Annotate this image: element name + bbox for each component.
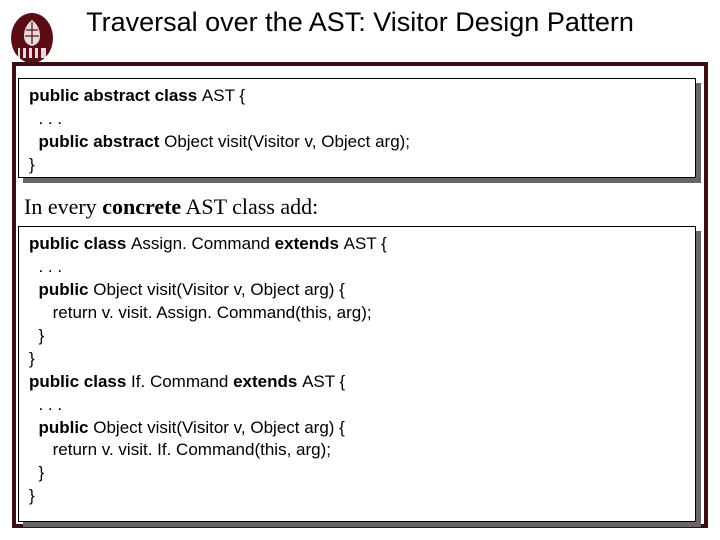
code-text: public class (29, 372, 131, 391)
code-text: Object visit(Visitor v, Object arg); (164, 132, 410, 151)
code-text: } (29, 349, 35, 368)
code-text: } (29, 463, 44, 482)
code-block-concrete-classes: public class Assign. Command extends AST… (18, 226, 696, 522)
code-text: public (29, 280, 93, 299)
code-text: public abstract (29, 132, 164, 151)
code-text: extends (275, 234, 344, 253)
slide-title: Traversal over the AST: Visitor Design P… (0, 6, 720, 40)
code-text: Object visit(Visitor v, Object arg) { (93, 280, 345, 299)
code-text: public (29, 418, 93, 437)
code-text: . . . (29, 109, 62, 128)
code-text: public class (29, 234, 131, 253)
code-text: return v. visit. Assign. Command(this, a… (29, 303, 372, 322)
code-text: public abstract class (29, 86, 202, 105)
code-text: . . . (29, 395, 62, 414)
code-text: Assign. Command (131, 234, 275, 253)
code-text: return v. visit. If. Command(this, arg); (29, 440, 331, 459)
inter-text: In every concrete AST class add: (22, 194, 320, 220)
code-text: } (29, 155, 35, 174)
code-text: AST { (202, 86, 245, 105)
code-text: . . . (29, 257, 62, 276)
code-text: AST { (344, 234, 387, 253)
code-text: If. Command (131, 372, 233, 391)
code-text: } (29, 486, 35, 505)
code-text: } (29, 326, 44, 345)
text: In every (24, 194, 102, 219)
code-text: AST { (302, 372, 345, 391)
text-bold: concrete (102, 194, 181, 219)
code-text: Object visit(Visitor v, Object arg) { (93, 418, 345, 437)
code-text: extends (233, 372, 302, 391)
code-block-abstract-ast: public abstract class AST { . . . public… (18, 78, 696, 178)
text: AST class add: (181, 194, 318, 219)
